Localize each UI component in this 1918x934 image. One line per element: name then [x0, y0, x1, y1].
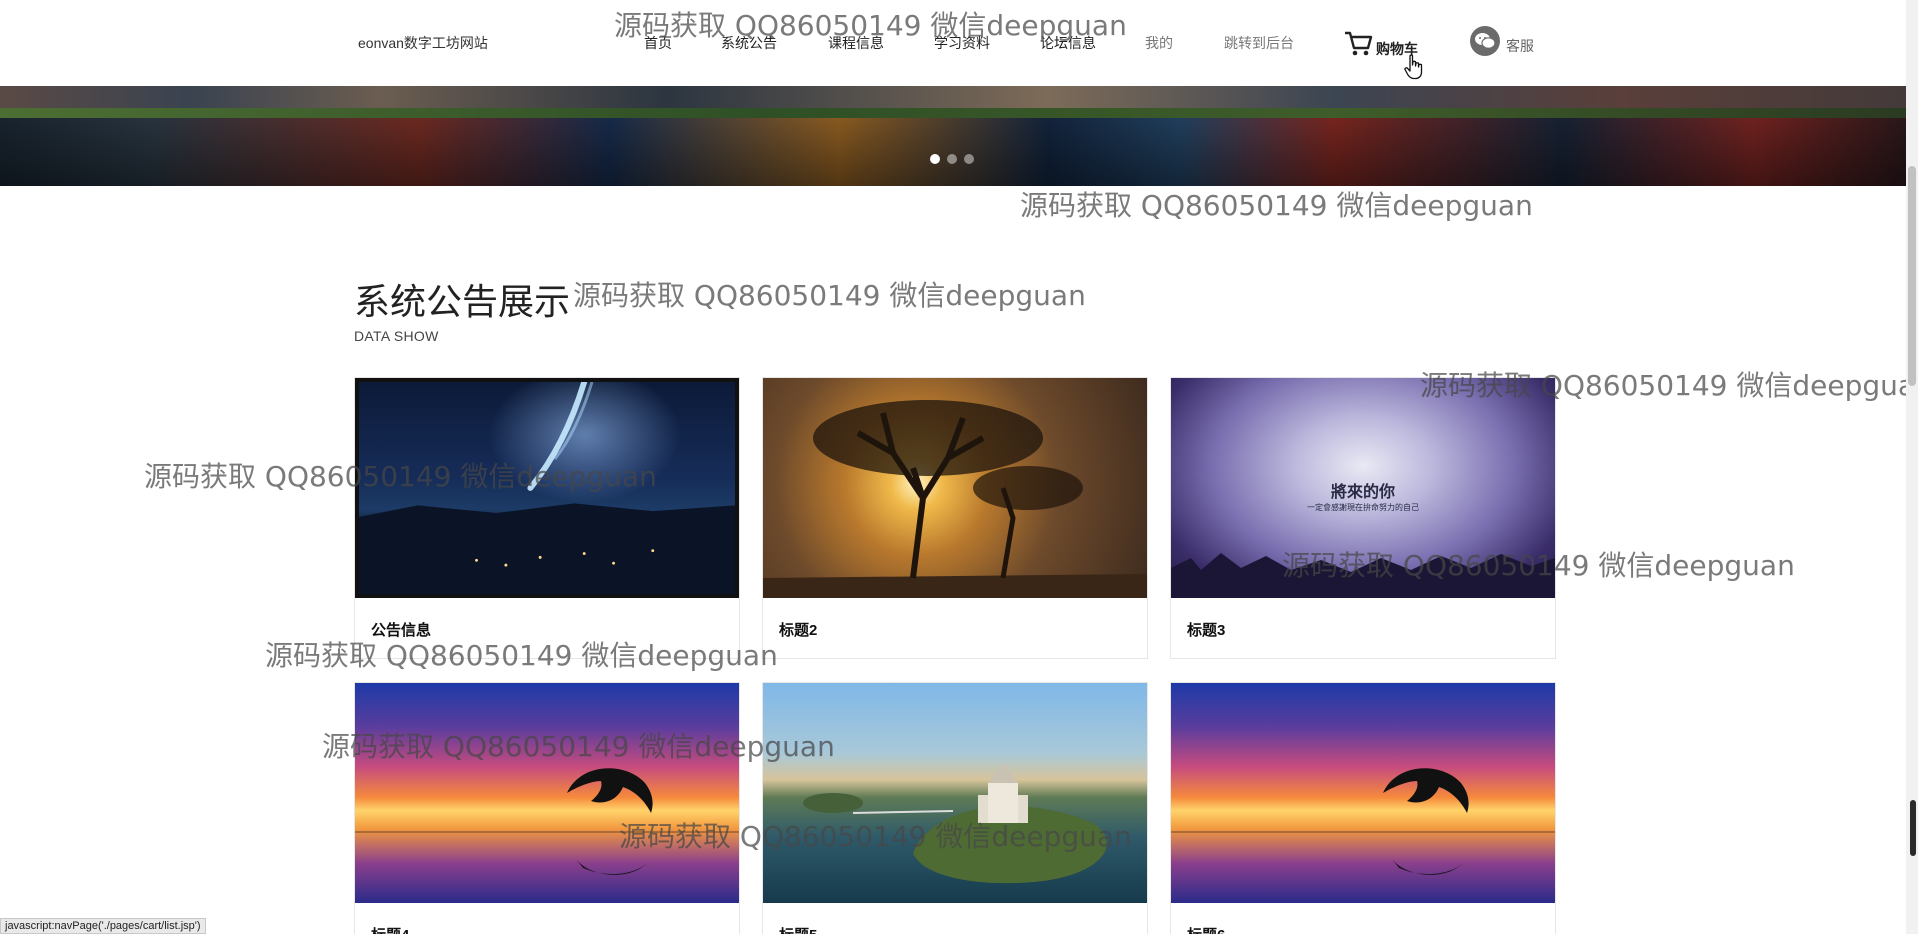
nav-forum[interactable]: 论坛信息	[1040, 33, 1096, 53]
announcement-card[interactable]: 标题4	[354, 682, 740, 934]
hand-cursor-icon	[1404, 54, 1423, 80]
card-image-caption: 將來的你 一定會感謝現在拚命努力的自己	[1171, 478, 1555, 513]
banner-lawn	[0, 108, 1906, 118]
card-image-caption-main: 將來的你	[1330, 482, 1395, 501]
card-image	[763, 683, 1147, 903]
scrollbar-thumb[interactable]	[1908, 166, 1916, 386]
browser-status-bar: javascript:navPage('./pages/cart/list.js…	[0, 918, 206, 934]
section-subtitle: DATA SHOW	[354, 328, 439, 344]
announcement-card[interactable]: 將來的你 一定會感謝現在拚命努力的自己 标题3	[1170, 377, 1556, 659]
card-image-caption-sub: 一定會感謝現在拚命努力的自己	[1307, 503, 1419, 512]
card-title: 标题6	[1187, 924, 1225, 934]
announcement-card[interactable]: 标题5	[762, 682, 1148, 934]
carousel-dot-2[interactable]	[947, 154, 957, 164]
banner-shade	[0, 118, 1906, 186]
scroll-indicator	[1910, 800, 1916, 856]
carousel-dot-1[interactable]	[930, 154, 940, 164]
card-image	[1171, 683, 1555, 903]
wechat-icon	[1470, 26, 1500, 56]
card-title: 标题4	[371, 924, 409, 934]
carousel-dot-3[interactable]	[964, 154, 974, 164]
card-image	[763, 378, 1147, 598]
announcement-card[interactable]: 标题6	[1170, 682, 1556, 934]
customer-service-button[interactable]: 客服	[1470, 26, 1534, 56]
nav-announcements[interactable]: 系统公告	[721, 33, 777, 53]
watermark-text: 源码获取 QQ86050149 微信deepguan	[573, 279, 1086, 312]
top-header: eonvan数字工坊网站 首页 系统公告 课程信息 学习资料 论坛信息 我的 跳…	[0, 0, 1918, 86]
watermark-text: 源码获取 QQ86050149 微信deepguan	[1020, 189, 1533, 222]
announcement-card[interactable]: 公告信息	[354, 377, 740, 659]
hero-banner[interactable]	[0, 86, 1906, 186]
nav-mine[interactable]: 我的	[1145, 33, 1173, 53]
card-image	[355, 683, 739, 903]
nav-courses[interactable]: 课程信息	[828, 33, 884, 53]
service-label: 客服	[1506, 38, 1534, 54]
card-title: 标题5	[779, 924, 817, 934]
card-title: 标题3	[1187, 622, 1226, 639]
card-title: 公告信息	[371, 622, 432, 639]
nav-study-materials[interactable]: 学习资料	[934, 33, 990, 53]
announcement-card[interactable]: 标题2	[762, 377, 1148, 659]
section-title: 系统公告展示	[354, 282, 571, 323]
carousel-dots	[930, 154, 974, 164]
site-name[interactable]: eonvan数字工坊网站	[358, 33, 488, 53]
card-title: 标题2	[779, 622, 818, 639]
cart-icon	[1345, 31, 1373, 56]
page-scrollbar[interactable]	[1906, 0, 1918, 934]
card-image	[355, 378, 739, 598]
nav-admin-link[interactable]: 跳转到后台	[1224, 33, 1294, 53]
card-image: 將來的你 一定會感謝現在拚命努力的自己	[1171, 378, 1555, 598]
nav-home[interactable]: 首页	[644, 33, 672, 53]
